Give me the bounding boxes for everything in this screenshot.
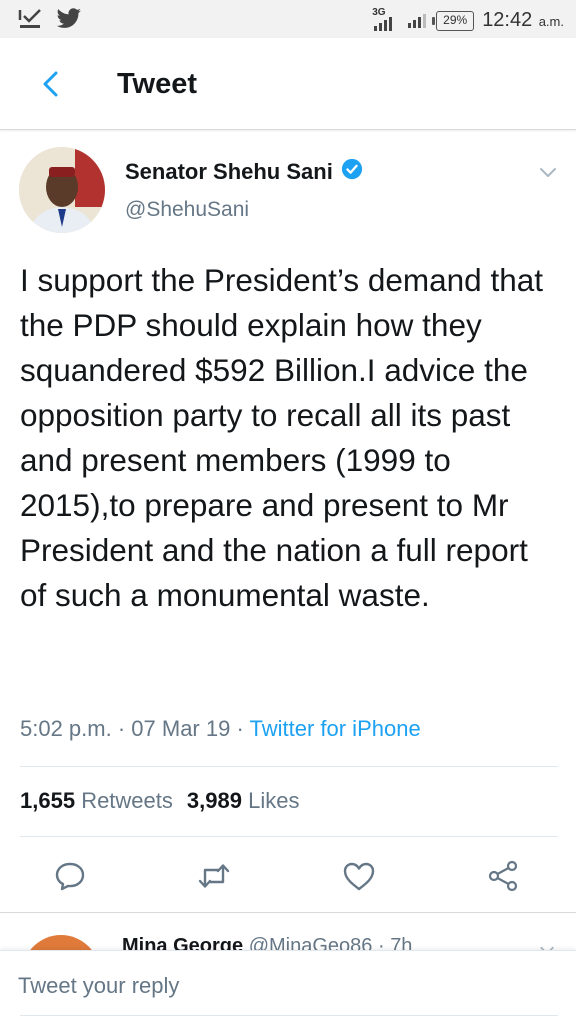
reply-avatar[interactable] — [22, 935, 100, 951]
author-handle[interactable]: @ShehuSani — [125, 198, 249, 222]
reply-input[interactable] — [18, 959, 558, 1013]
likes-label: Likes — [248, 788, 300, 813]
tweet-actions — [0, 852, 576, 900]
back-arrow-icon[interactable] — [36, 68, 68, 100]
status-left — [18, 7, 82, 36]
clock: 12:42 a.m. — [482, 9, 564, 32]
clock-time: 12:42 — [482, 9, 533, 31]
retweets-count: 1,655 — [20, 788, 76, 813]
chevron-down-icon[interactable] — [538, 162, 558, 182]
tweet-time: 5:02 p.m. — [20, 716, 112, 741]
tweet-text: I support the President’s demand that th… — [20, 262, 543, 613]
status-bar: 3G 29% 12:42 a.m. — [0, 0, 576, 38]
reply-author-handle: @MinaGeo86 — [248, 935, 373, 951]
retweet-icon[interactable] — [196, 858, 232, 894]
tweet-date: 07 Mar 19 — [131, 716, 231, 741]
likes-stat[interactable]: 3,989 Likes — [187, 788, 300, 813]
signal-icon — [406, 6, 428, 35]
author-display-name: Senator Shehu Sani — [125, 159, 333, 184]
reply-composer — [0, 950, 576, 1024]
tweet-source-link[interactable]: Twitter for iPhone — [250, 716, 421, 741]
signal-3g-icon: 3G — [372, 7, 398, 33]
reply-age: 7h — [390, 935, 413, 951]
reply-header: Mina George @MinaGeo86 · 7h — [122, 935, 412, 951]
twitter-bird-icon — [56, 8, 82, 35]
reply-input-underline — [20, 1015, 558, 1016]
likes-count: 3,989 — [186, 788, 242, 813]
author-name[interactable]: Senator Shehu Sani — [125, 158, 363, 186]
battery-icon: 29% — [432, 10, 475, 31]
download-check-icon — [18, 7, 44, 36]
like-icon[interactable] — [341, 858, 377, 894]
tweet-meta: 5:02 p.m. · 07 Mar 19 · Twitter for iPho… — [20, 716, 421, 741]
verified-badge-icon — [341, 158, 363, 186]
reply-author-name: Mina George — [122, 935, 244, 951]
reply-item[interactable]: Mina George @MinaGeo86 · 7h — [0, 913, 576, 951]
author-avatar[interactable] — [19, 147, 105, 233]
top-app-bar: Tweet — [0, 38, 576, 130]
tweet-stats: 1,655 Retweets 3,989 Likes — [20, 788, 299, 814]
retweets-stat[interactable]: 1,655 Retweets — [20, 788, 173, 813]
clock-ampm: a.m. — [538, 14, 564, 29]
divider — [20, 836, 558, 837]
divider — [20, 766, 558, 767]
status-right: 3G 29% 12:42 a.m. — [372, 6, 564, 35]
retweets-label: Retweets — [81, 788, 173, 813]
reply-icon[interactable] — [52, 858, 88, 894]
share-icon[interactable] — [485, 858, 521, 894]
page-title: Tweet — [117, 68, 198, 100]
